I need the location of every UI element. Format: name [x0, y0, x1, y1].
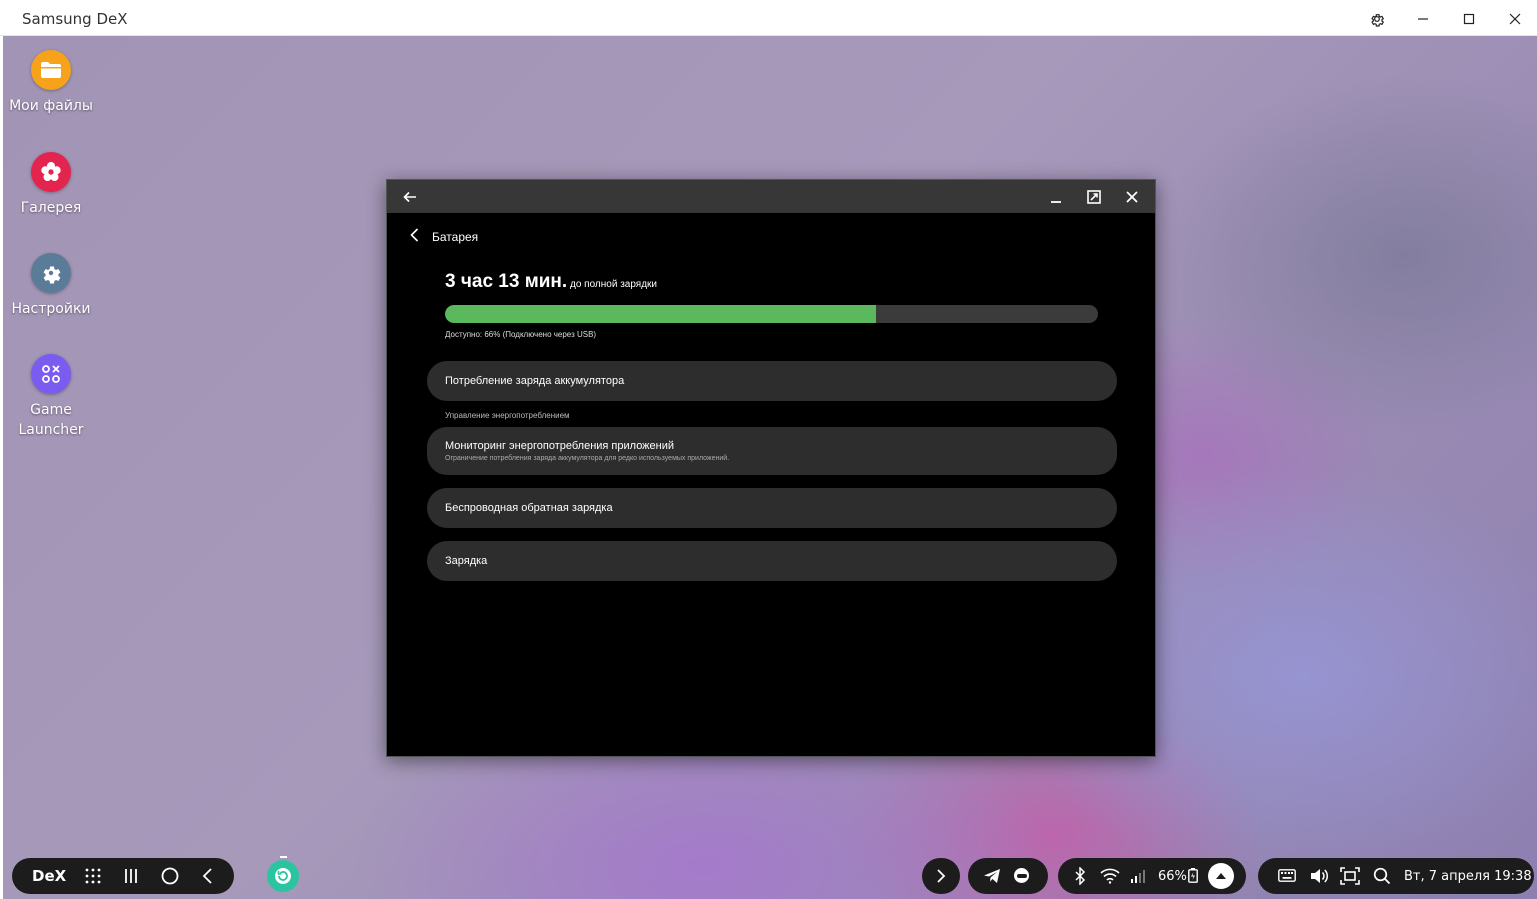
flower-icon	[31, 152, 71, 192]
battery-progress-fill	[445, 305, 876, 323]
taskbar-nav: DeX	[12, 858, 234, 894]
close-icon	[1509, 13, 1521, 25]
taskbar-expand-button[interactable]	[922, 858, 960, 894]
app-power-monitor-label: Мониторинг энергопотребления приложений	[445, 440, 675, 452]
apps-grid-button[interactable]	[82, 866, 104, 886]
telegram-icon	[984, 869, 1000, 883]
wireless-powershare-label: Беспроводная обратная зарядка	[445, 502, 613, 514]
host-settings-button[interactable]	[1364, 6, 1390, 32]
taskbar-system-tray: Вт, 7 апреля 19:38	[1258, 858, 1534, 894]
wireless-powershare-item[interactable]: Беспроводная обратная зарядка	[427, 488, 1117, 528]
host-title: Samsung DeX	[22, 10, 128, 28]
taskbar-pinned-apps	[968, 858, 1048, 894]
screenshot-button[interactable]	[1340, 867, 1360, 885]
bluetooth-icon	[1074, 867, 1086, 885]
settings-header: Батарея	[387, 213, 1155, 259]
window-maximize-button[interactable]	[1081, 184, 1107, 210]
running-indicator	[280, 856, 287, 858]
app-power-monitor-subtitle: Ограничение потребления заряда аккумулят…	[445, 455, 730, 462]
battery-usage-label: Потребление заряда аккумулятора	[445, 375, 625, 387]
gear-icon	[31, 253, 71, 293]
dex-app-button[interactable]	[1014, 868, 1029, 883]
keyboard-button[interactable]	[1278, 869, 1296, 882]
settings-back-button[interactable]	[405, 225, 425, 245]
dex-button[interactable]: DeX	[32, 867, 66, 885]
battery-charging-icon	[1188, 868, 1198, 883]
desktop-icon-label: Настройки	[11, 301, 91, 317]
desktop-icon-settings[interactable]: Настройки	[3, 253, 99, 319]
screenshot-icon	[1340, 867, 1360, 885]
maximize-icon	[1087, 190, 1101, 204]
host-close-button[interactable]	[1502, 6, 1528, 32]
battery-progress-bar	[445, 305, 1098, 323]
volume-button[interactable]	[1309, 867, 1329, 885]
apps-grid-icon	[85, 868, 101, 884]
window-titlebar[interactable]	[387, 180, 1155, 213]
caret-up-icon	[1216, 873, 1226, 879]
battery-usage-item[interactable]: Потребление заряда аккумулятора	[427, 361, 1117, 401]
home-icon	[161, 867, 179, 885]
desktop-icon-game-launcher[interactable]: Game Launcher	[3, 354, 99, 440]
keyboard-icon	[1278, 869, 1296, 882]
gear-icon	[1371, 14, 1385, 27]
host-titlebar: Samsung DeX	[0, 0, 1537, 36]
home-button[interactable]	[159, 866, 181, 886]
charge-eta-suffix: до полной зарядки	[567, 279, 658, 290]
desktop-icon-label-line1: Game	[30, 402, 72, 418]
page-title: Батарея	[432, 230, 479, 244]
arrow-left-icon	[403, 191, 416, 203]
desktop-icon-gallery[interactable]: Галерея	[3, 152, 99, 218]
minimize-icon	[1051, 201, 1061, 203]
charging-label: Зарядка	[445, 555, 488, 567]
telegram-button[interactable]	[982, 866, 1002, 886]
window-back-button[interactable]	[397, 184, 423, 210]
window-close-button[interactable]	[1119, 184, 1145, 210]
battery-available-text: Доступно: 66% (Подключено через USB)	[445, 330, 597, 339]
recents-button[interactable]	[120, 866, 142, 886]
running-app-icon[interactable]	[267, 860, 299, 892]
minimize-icon	[1418, 18, 1428, 20]
desktop-icon-label: Мои файлы	[9, 98, 93, 114]
refresh-icon	[275, 868, 291, 884]
close-icon	[1126, 191, 1138, 203]
taskbar-status[interactable]: 66%	[1058, 858, 1246, 894]
window-minimize-button[interactable]	[1043, 184, 1069, 210]
host-maximize-button[interactable]	[1456, 6, 1482, 32]
battery-settings-window: Батарея 3 час 13 мин. до полной зарядки …	[386, 179, 1156, 757]
section-label-power-management: Управление энергопотреблением	[445, 411, 570, 420]
charging-item[interactable]: Зарядка	[427, 541, 1117, 581]
wifi-icon	[1100, 868, 1120, 884]
search-icon	[1373, 867, 1391, 885]
charge-eta-time: 3 час 13 мин.	[445, 271, 568, 292]
back-button[interactable]	[197, 866, 219, 886]
desktop-icon-label: Галерея	[20, 200, 82, 216]
app-power-monitor-item[interactable]: Мониторинг энергопотребления приложений …	[427, 427, 1117, 475]
game-launcher-icon	[31, 354, 71, 394]
battery-percent: 66%	[1158, 869, 1187, 884]
chevron-right-icon	[937, 869, 946, 883]
folder-icon	[31, 50, 71, 90]
desktop-icon-label-line2: Launcher	[18, 422, 84, 438]
signal-icon	[1130, 869, 1146, 883]
search-button[interactable]	[1373, 867, 1391, 885]
volume-icon	[1311, 869, 1329, 883]
quick-panel-button[interactable]	[1208, 863, 1234, 889]
chevron-left-icon	[410, 228, 419, 242]
clock-datetime[interactable]: Вт, 7 апреля 19:38	[1404, 869, 1532, 884]
chevron-left-icon	[202, 868, 212, 884]
recents-icon	[125, 869, 137, 883]
host-minimize-button[interactable]	[1410, 6, 1436, 32]
charge-eta: 3 час 13 мин. до полной зарядки	[445, 271, 657, 293]
desktop-icon-my-files[interactable]: Мои файлы	[3, 50, 99, 116]
dex-icon	[1016, 873, 1027, 878]
maximize-icon	[1463, 13, 1475, 25]
